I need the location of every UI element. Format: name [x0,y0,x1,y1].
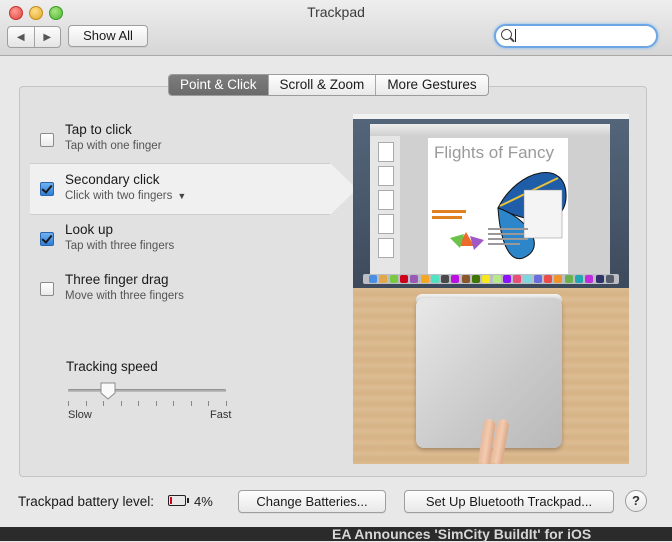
gesture-preview-video: Flights of Fancy [353,114,629,464]
option-subtitle: Click with two fingers [65,190,173,202]
tracking-speed-label: Tracking speed [66,359,158,374]
dock-app-icon [472,275,480,283]
preview-dock [363,274,619,284]
slider-tick [155,401,157,406]
page-thumbnail [378,238,394,258]
selected-option-highlight [30,163,357,215]
slider-tick [226,401,227,406]
option-subtitle: Tap with one finger [65,140,162,152]
dock-app-icon [451,275,460,283]
dock-app-icon [544,275,553,283]
dock-app-icon [461,275,470,283]
show-all-button[interactable]: Show All [68,25,148,47]
slider-tick [173,401,175,406]
option-title: Three finger drag [65,272,169,287]
chevron-down-icon: ▼ [177,191,187,201]
dock-app-icon [399,275,408,283]
dock-app-icon [513,275,522,283]
dock-app-icon [533,275,542,283]
dock-app-icon [523,275,532,283]
look-up-checkbox[interactable] [40,232,54,246]
tab-more-gestures[interactable]: More Gestures [375,75,487,95]
dock-app-icon [554,275,563,283]
option-subtitle: Move with three fingers [65,290,184,302]
option-title: Tap to click [65,122,132,137]
search-icon [501,29,512,40]
slider-tick [120,401,122,406]
dock-app-icon [585,275,594,283]
tab-bar: Point & Click Scroll & Zoom More Gesture… [168,74,489,96]
page-thumbnail [378,142,394,162]
dock-app-icon [389,275,398,283]
change-batteries-button[interactable]: Change Batteries... [238,490,386,513]
help-button[interactable]: ? [625,490,647,512]
battery-level-label: Trackpad battery level: [18,494,155,509]
setup-bluetooth-trackpad-button[interactable]: Set Up Bluetooth Trackpad... [404,490,614,513]
dock-app-icon [575,275,583,283]
search-input[interactable] [494,24,658,48]
preview-screen: Flights of Fancy [353,114,629,288]
settings-panel: Tap to click Tap with one finger Seconda… [19,86,647,477]
preview-app-window: Flights of Fancy [370,124,610,274]
slider-tick [85,401,87,406]
secondary-click-dropdown[interactable]: Click with two fingers ▼ [65,190,186,202]
page-thumbnail [378,214,394,234]
slider-tick [68,401,69,406]
dock-app-icon [430,275,439,283]
preview-sidebar [370,136,400,274]
option-title: Look up [65,222,114,237]
page-thumbnail [378,190,394,210]
dock-app-icon [482,275,491,283]
window-title: Trackpad [307,4,365,20]
option-title: Secondary click [65,172,160,187]
dock-app-icon [379,275,388,283]
slider-tick [190,401,192,406]
back-forward-control: ◀ ▶ [7,26,61,48]
dock-app-icon [595,275,604,283]
text-cursor [515,29,516,42]
slider-tick [138,401,140,406]
dock-app-icon [369,275,377,283]
slider-thumb[interactable] [100,382,116,400]
battery-percent: 4% [194,494,213,509]
dock-app-icon [492,275,501,283]
tab-scroll-and-zoom[interactable]: Scroll & Zoom [267,75,376,95]
title-bar: Trackpad ◀ ▶ Show All [0,0,672,56]
back-icon[interactable]: ◀ [8,27,34,47]
forward-icon[interactable]: ▶ [33,27,61,47]
slider-max-label: Fast [210,409,232,421]
slider-tick [103,401,105,406]
butterfly-illustration [432,172,567,260]
tap-to-click-checkbox[interactable] [40,133,54,147]
preview-toolbar [370,124,610,136]
tab-point-and-click[interactable]: Point & Click [169,75,268,95]
page-thumbnail [378,166,394,186]
background-window: EA Announces 'SimCity BuildIt' for iOS [0,526,672,542]
preview-menubar [353,114,629,119]
preview-document-page: Flights of Fancy [428,138,568,274]
slider-tick [208,401,210,406]
secondary-click-checkbox[interactable] [40,182,54,196]
dock-app-icon [420,275,429,283]
dock-app-icon [564,275,573,283]
tracking-speed-slider[interactable] [68,389,226,392]
dock-app-icon [502,275,511,283]
slider-min-label: Slow [68,409,92,421]
dock-app-icon [410,275,419,283]
dock-app-icon [441,275,450,283]
three-finger-drag-checkbox[interactable] [40,282,54,296]
dock-app-icon [605,275,614,283]
background-headline: EA Announces 'SimCity BuildIt' for iOS [332,526,592,542]
battery-low-icon [168,495,189,506]
option-subtitle: Tap with three fingers [65,240,175,252]
